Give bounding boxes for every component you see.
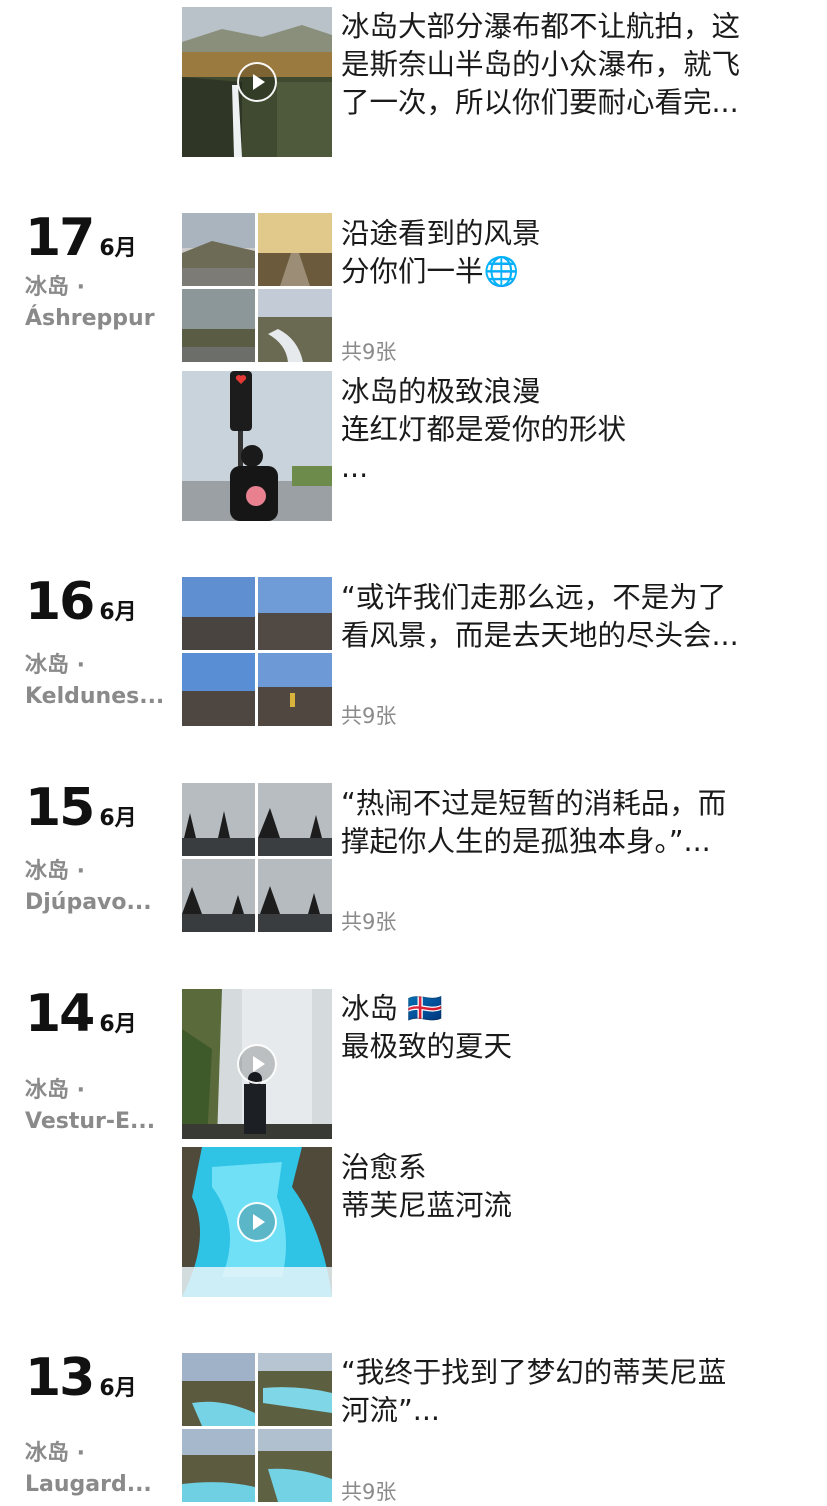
post-caption[interactable]: “我终于找到了梦幻的蒂芙尼蓝 河流”... bbox=[341, 1354, 801, 1430]
location-country: 冰岛 · bbox=[25, 653, 86, 678]
play-icon bbox=[237, 1202, 277, 1242]
caption-line: 分你们一半🌐 bbox=[341, 255, 519, 288]
caption-line: 治愈系 bbox=[341, 1151, 427, 1184]
caption-line: 最极致的夏天 bbox=[341, 1030, 513, 1063]
location-place: Djúpavo... bbox=[25, 890, 152, 915]
photo-thumbnail[interactable] bbox=[182, 653, 255, 726]
location-label: 冰岛 · Keldunes... bbox=[25, 650, 164, 712]
day-number: 17 bbox=[25, 208, 95, 268]
caption-line: 沿途看到的风景 bbox=[341, 217, 541, 250]
date-label: 13 6月 bbox=[25, 1352, 137, 1404]
photo-count: 共9张 bbox=[341, 704, 397, 728]
photo-thumbnail[interactable] bbox=[258, 213, 332, 286]
month-label: 6月 bbox=[99, 236, 137, 261]
photo-thumbnail[interactable] bbox=[258, 577, 332, 650]
caption-line: 冰岛大部分瀑布都不让航拍，这 bbox=[341, 10, 741, 43]
location-place: Vestur-E... bbox=[25, 1109, 156, 1134]
photo-thumbnail[interactable] bbox=[182, 859, 255, 932]
photo-thumbnail[interactable] bbox=[182, 577, 255, 650]
date-label: 15 6月 bbox=[25, 782, 137, 834]
date-label: 14 6月 bbox=[25, 988, 137, 1040]
caption-line: 冰岛 🇮🇸 bbox=[341, 992, 443, 1025]
caption-line: 撑起你人生的是孤独本身。”... bbox=[341, 825, 711, 858]
caption-line: 看风景，而是去天地的尽头会... bbox=[341, 619, 739, 652]
month-label: 6月 bbox=[99, 1012, 137, 1037]
post-caption[interactable]: “或许我们走那么远，不是为了 看风景，而是去天地的尽头会... bbox=[341, 579, 801, 655]
day-number: 13 bbox=[25, 1348, 95, 1408]
day-number: 14 bbox=[25, 984, 95, 1044]
video-thumbnail-blue-river[interactable] bbox=[182, 1147, 332, 1297]
photo-thumbnail[interactable] bbox=[182, 783, 255, 856]
caption-line: 蒂芙尼蓝河流 bbox=[341, 1189, 513, 1222]
date-label: 16 6月 bbox=[25, 576, 137, 628]
play-icon bbox=[237, 1044, 277, 1084]
post-caption[interactable]: 冰岛 🇮🇸 最极致的夏天 bbox=[341, 990, 801, 1066]
caption-line: 是斯奈山半岛的小众瀑布，就飞 bbox=[341, 48, 741, 81]
location-place: Laugard... bbox=[25, 1472, 152, 1497]
month-label: 6月 bbox=[99, 600, 137, 625]
caption-line: 冰岛的极致浪漫 bbox=[341, 375, 541, 408]
post-caption[interactable]: 冰岛大部分瀑布都不让航拍，这 是斯奈山半岛的小众瀑布，就飞 了一次，所以你们要耐… bbox=[341, 8, 801, 122]
location-place: Keldunes... bbox=[25, 684, 165, 709]
photo-thumbnail[interactable] bbox=[258, 1353, 332, 1426]
photo-thumbnail[interactable] bbox=[182, 213, 255, 286]
photo-thumbnail[interactable] bbox=[182, 1429, 255, 1502]
video-thumbnail-waterfall[interactable] bbox=[182, 7, 332, 157]
caption-line: ... bbox=[341, 451, 369, 484]
photo-thumbnail[interactable] bbox=[258, 1429, 332, 1502]
photo-thumbnail[interactable] bbox=[258, 859, 332, 932]
location-label: 冰岛 · Áshreppur bbox=[25, 272, 155, 334]
video-thumbnail-seljalandsfoss[interactable] bbox=[182, 989, 332, 1139]
location-label: 冰岛 · Djúpavo... bbox=[25, 856, 152, 918]
photo-thumbnail[interactable] bbox=[258, 289, 332, 362]
photo-thumbnail-traffic-light[interactable] bbox=[182, 371, 332, 521]
location-country: 冰岛 · bbox=[25, 275, 86, 300]
photo-count: 共9张 bbox=[341, 1480, 397, 1504]
location-label: 冰岛 · Vestur-E... bbox=[25, 1075, 155, 1137]
caption-line: 河流”... bbox=[341, 1394, 440, 1427]
post-caption[interactable]: “热闹不过是短暂的消耗品，而 撑起你人生的是孤独本身。”... bbox=[341, 785, 801, 861]
month-label: 6月 bbox=[99, 1376, 137, 1401]
photo-thumbnail[interactable] bbox=[258, 653, 332, 726]
photo-thumbnail[interactable] bbox=[258, 783, 332, 856]
photo-thumbnail[interactable] bbox=[182, 289, 255, 362]
date-label: 17 6月 bbox=[25, 212, 137, 264]
post-caption[interactable]: 沿途看到的风景 分你们一半🌐 bbox=[341, 215, 801, 291]
month-label: 6月 bbox=[99, 806, 137, 831]
location-place: Áshreppur bbox=[25, 306, 155, 331]
caption-line: 连红灯都是爱你的形状 bbox=[341, 413, 627, 446]
caption-line: “热闹不过是短暂的消耗品，而 bbox=[341, 787, 727, 820]
photo-count: 共9张 bbox=[341, 340, 397, 364]
post-caption[interactable]: 治愈系 蒂芙尼蓝河流 bbox=[341, 1149, 801, 1225]
caption-line: 了一次，所以你们要耐心看完... bbox=[341, 86, 739, 119]
day-number: 16 bbox=[25, 572, 95, 632]
location-country: 冰岛 · bbox=[25, 1441, 86, 1466]
post-caption[interactable]: 冰岛的极致浪漫 连红灯都是爱你的形状 ... bbox=[341, 373, 801, 487]
caption-line: “或许我们走那么远，不是为了 bbox=[341, 581, 727, 614]
play-icon bbox=[237, 62, 277, 102]
location-country: 冰岛 · bbox=[25, 859, 86, 884]
photo-count: 共9张 bbox=[341, 910, 397, 934]
day-number: 15 bbox=[25, 778, 95, 838]
caption-line: “我终于找到了梦幻的蒂芙尼蓝 bbox=[341, 1356, 727, 1389]
photo-thumbnail[interactable] bbox=[182, 1353, 255, 1426]
location-label: 冰岛 · Laugard... bbox=[25, 1438, 152, 1500]
location-country: 冰岛 · bbox=[25, 1078, 86, 1103]
